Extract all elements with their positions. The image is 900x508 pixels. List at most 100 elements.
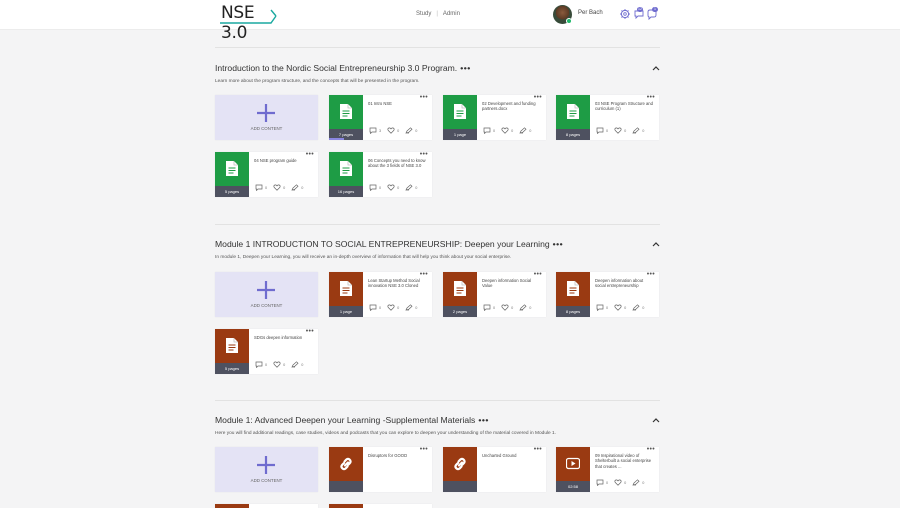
- shares-stat[interactable]: 0: [405, 304, 417, 311]
- likes-stat[interactable]: 0: [387, 127, 399, 134]
- card-menu-icon[interactable]: •••: [534, 271, 542, 278]
- shares-stat[interactable]: 0: [405, 184, 417, 191]
- content-card[interactable]: 5 pages 04 NSE program guide ••• 0 0 0: [215, 151, 318, 197]
- share-icon: [519, 304, 529, 311]
- comments-stat[interactable]: 0: [596, 479, 608, 486]
- card-title[interactable]: 03 NSE Program Structure and curriculum …: [595, 101, 653, 112]
- content-card[interactable]: 8 pages Deepen information about social e…: [556, 271, 659, 317]
- section-title[interactable]: Introduction to the Nordic Social Entrep…: [215, 63, 471, 73]
- comments-stat[interactable]: 3: [369, 127, 381, 134]
- comment-icon: [369, 184, 379, 191]
- content-card[interactable]: 8 pages 03 NSE Program Structure and curr…: [556, 94, 659, 140]
- shares-stat[interactable]: 0: [291, 361, 303, 368]
- nav-separator: |: [436, 11, 438, 17]
- comments-stat[interactable]: 0: [483, 304, 495, 311]
- card-menu-icon[interactable]: •••: [306, 151, 314, 158]
- card-progress-bar: [329, 138, 345, 140]
- likes-stat[interactable]: 0: [501, 127, 513, 134]
- shares-stat[interactable]: 0: [519, 304, 531, 311]
- section-title[interactable]: Module 1: Advanced Deepen your Learning …: [215, 415, 489, 425]
- nav-admin[interactable]: Admin: [443, 10, 460, 18]
- card-title[interactable]: 02 Development and funding partners.docx: [482, 101, 540, 112]
- content-card[interactable]: 02:58 09 Inspirational video of Shelterbu…: [556, 446, 659, 492]
- comments-stat[interactable]: 0: [369, 184, 381, 191]
- likes-stat[interactable]: 0: [273, 184, 285, 191]
- collapse-chevron-icon[interactable]: [652, 417, 660, 423]
- card-title[interactable]: 09 Inspirational video of Shelterbuilt a…: [595, 453, 653, 469]
- content-card[interactable]: Uncharted Ground •••: [443, 446, 546, 492]
- card-menu-icon[interactable]: •••: [647, 446, 655, 453]
- card-thumbnail: [329, 504, 363, 508]
- section-menu-icon[interactable]: •••: [553, 239, 564, 249]
- content-card-partial[interactable]: [329, 504, 432, 508]
- shares-stat[interactable]: 0: [291, 184, 303, 191]
- comments-count: 0: [379, 305, 382, 310]
- comments-stat[interactable]: 0: [255, 184, 267, 191]
- card-menu-icon[interactable]: •••: [420, 94, 428, 101]
- likes-stat[interactable]: 0: [501, 304, 513, 311]
- card-menu-icon[interactable]: •••: [647, 271, 655, 278]
- likes-stat[interactable]: 0: [614, 304, 626, 311]
- add-content-card[interactable]: ADD CONTENT: [215, 272, 318, 317]
- content-card[interactable]: Disruptors for GOOD •••: [329, 446, 432, 492]
- add-content-card[interactable]: ADD CONTENT: [215, 447, 318, 492]
- gear-icon[interactable]: [619, 8, 631, 20]
- shares-stat[interactable]: 0: [632, 304, 644, 311]
- card-menu-icon[interactable]: •••: [647, 94, 655, 101]
- shares-stat[interactable]: 0: [519, 127, 531, 134]
- section-description: In module 1, Deepen your Learning, you w…: [215, 255, 512, 260]
- likes-stat[interactable]: 0: [614, 479, 626, 486]
- content-card[interactable]: 16 pages 06 Concepts you need to know abo…: [329, 151, 432, 197]
- shares-stat[interactable]: 0: [632, 479, 644, 486]
- likes-count: 0: [397, 128, 400, 133]
- content-card[interactable]: 1 page 02 Development and funding partner…: [443, 94, 546, 140]
- card-title[interactable]: Lean Startup Method Social innovation NS…: [368, 278, 426, 289]
- shares-stat[interactable]: 0: [632, 127, 644, 134]
- card-menu-icon[interactable]: •••: [534, 446, 542, 453]
- likes-count: 0: [283, 185, 286, 190]
- comments-stat[interactable]: 0: [483, 127, 495, 134]
- shares-stat[interactable]: 0: [405, 127, 417, 134]
- card-menu-icon[interactable]: •••: [420, 151, 428, 158]
- section-title[interactable]: Module 1 INTRODUCTION TO SOCIAL ENTREPRE…: [215, 239, 563, 249]
- nse-logo[interactable]: NSE 3.0: [219, 3, 279, 43]
- nav-study[interactable]: Study: [416, 10, 431, 18]
- card-thumbnail: 5 pages: [215, 152, 249, 197]
- card-title[interactable]: Deepen information Social Value: [482, 278, 540, 289]
- content-card[interactable]: 7 pages 01 Intro NSE ••• 3 0 0: [329, 94, 432, 140]
- likes-stat[interactable]: 0: [273, 361, 285, 368]
- section-menu-icon[interactable]: •••: [478, 415, 489, 425]
- user-name[interactable]: Per Bach: [578, 10, 603, 16]
- collapse-chevron-icon[interactable]: [652, 241, 660, 247]
- comments-stat[interactable]: 0: [596, 304, 608, 311]
- document-icon: [566, 103, 580, 120]
- comments-stat[interactable]: 0: [369, 304, 381, 311]
- content-card[interactable]: 1 page Lean Startup Method Social innovat…: [329, 271, 432, 317]
- likes-stat[interactable]: 0: [614, 127, 626, 134]
- comments-stat[interactable]: 0: [596, 127, 608, 134]
- add-content-card[interactable]: ADD CONTENT: [215, 95, 318, 140]
- card-stats: 0 0 0: [596, 479, 650, 486]
- add-content-label: ADD CONTENT: [250, 126, 283, 131]
- content-card[interactable]: 2 pages Deepen information Social Value ••…: [443, 271, 546, 317]
- card-title[interactable]: Disruptors for GOOD: [368, 453, 426, 458]
- card-title[interactable]: Deepen information about social entrepre…: [595, 278, 653, 289]
- card-title[interactable]: 06 Concepts you need to know about the 3…: [368, 158, 426, 169]
- card-title[interactable]: Uncharted Ground: [482, 453, 540, 458]
- card-page-count: 02:58: [556, 481, 590, 492]
- likes-stat[interactable]: 0: [387, 184, 399, 191]
- card-menu-icon[interactable]: •••: [420, 446, 428, 453]
- content-card[interactable]: 5 pages SDGs deepen information ••• 0 0 0: [215, 328, 318, 374]
- card-title[interactable]: SDGs deepen information: [254, 335, 312, 340]
- card-menu-icon[interactable]: •••: [306, 328, 314, 335]
- content-card-partial[interactable]: [215, 504, 318, 508]
- comment-icon: [369, 127, 379, 134]
- card-title[interactable]: 01 Intro NSE: [368, 101, 426, 106]
- likes-stat[interactable]: 0: [387, 304, 399, 311]
- card-menu-icon[interactable]: •••: [420, 271, 428, 278]
- card-title[interactable]: 04 NSE program guide: [254, 158, 312, 163]
- comments-stat[interactable]: 0: [255, 361, 267, 368]
- collapse-chevron-icon[interactable]: [652, 65, 660, 71]
- card-menu-icon[interactable]: •••: [534, 94, 542, 101]
- section-menu-icon[interactable]: •••: [460, 63, 471, 73]
